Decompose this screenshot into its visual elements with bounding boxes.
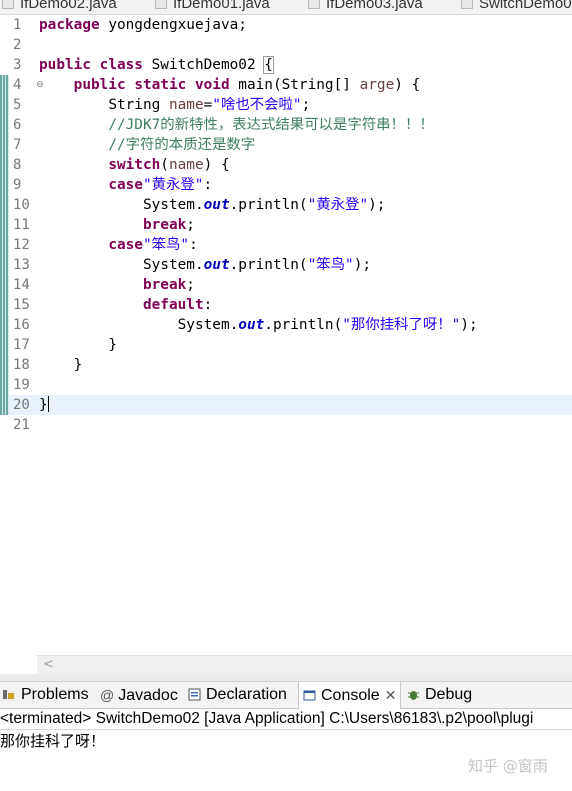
java-file-icon	[308, 0, 320, 9]
tab-ifdemo02[interactable]: IfDemo02.java	[2, 0, 117, 14]
line-number: 11	[13, 217, 30, 233]
line-number-ruler: 1 2 3 4 5 6 7 8 9 10 11 12 13 14 15 16 1…	[9, 15, 44, 655]
bug-icon	[408, 691, 419, 700]
line-number: 19	[13, 377, 30, 393]
code-line: public class SwitchDemo02 {	[39, 56, 274, 74]
code-editor[interactable]: 1 2 3 4 5 6 7 8 9 10 11 12 13 14 15 16 1…	[0, 15, 572, 655]
console-icon	[303, 690, 316, 701]
close-icon[interactable]: ✕	[385, 687, 397, 703]
watermark: 知乎 @窗雨	[468, 757, 548, 775]
code-line: }	[39, 396, 49, 413]
java-file-icon	[155, 0, 167, 9]
line-number: 20	[9, 395, 39, 415]
java-file-icon	[461, 0, 473, 9]
line-number: 12	[13, 237, 30, 253]
code-line: public static void main(String[] arge) {	[73, 77, 421, 93]
java-file-icon	[2, 0, 14, 9]
line-number: 13	[13, 257, 30, 273]
view-tab-bar: Problems @ Javadoc Declaration Console ✕ D…	[0, 682, 572, 709]
javadoc-icon: @	[100, 687, 115, 703]
code-line: System.out.println("那你挂科了呀！");	[177, 317, 478, 333]
line-number: 21	[13, 417, 30, 433]
tab-problems[interactable]: Problems	[2, 682, 89, 708]
code-line: default:	[142, 297, 213, 313]
code-line: String name="啥也不会啦";	[108, 97, 311, 113]
horizontal-scrollbar[interactable]: <	[37, 655, 572, 674]
tab-switchdemo02[interactable]: SwitchDemo0	[461, 0, 572, 14]
line-number: 7	[13, 137, 22, 153]
code-line: case"笨鸟":	[108, 237, 198, 253]
console-view[interactable]: <terminated> SwitchDemo02 [Java Applicat…	[0, 709, 572, 791]
line-number: 18	[13, 357, 30, 373]
line-number: 14	[13, 277, 30, 293]
line-number: 6	[13, 117, 22, 133]
line-number: 4	[13, 77, 22, 93]
panel-separator[interactable]	[0, 674, 572, 682]
line-number: 9	[13, 177, 22, 193]
tab-ifdemo01[interactable]: IfDemo01.java	[155, 0, 270, 14]
tab-javadoc[interactable]: @ Javadoc	[100, 682, 178, 708]
declaration-icon	[188, 688, 201, 701]
code-line: case"黄永登":	[108, 177, 213, 193]
code-line: System.out.println("黄永登");	[142, 197, 386, 213]
text-caret	[47, 396, 49, 412]
code-line: //字符的本质还是数字	[108, 137, 256, 153]
line-number: 17	[13, 337, 30, 353]
tab-debug[interactable]: Debug	[407, 682, 472, 708]
line-number: 10	[13, 197, 30, 213]
scrollbar-corner	[0, 655, 37, 673]
changed-lines-marker	[0, 75, 9, 395]
tab-declaration[interactable]: Declaration	[188, 682, 287, 708]
line-number: 2	[13, 37, 22, 53]
line-number: 16	[13, 317, 30, 333]
code-line: }	[108, 337, 117, 353]
tab-ifdemo03[interactable]: IfDemo03.java	[308, 0, 423, 14]
console-status: <terminated> SwitchDemo02 [Java Applicat…	[0, 709, 572, 730]
line-number: 5	[13, 97, 22, 113]
code-line: package yongdengxuejava;	[39, 17, 247, 33]
matching-brace: {	[263, 56, 274, 74]
code-text-area[interactable]: package yongdengxuejava; public class Sw…	[37, 15, 572, 655]
current-line-highlight	[37, 395, 572, 415]
line-number: 15	[13, 297, 30, 313]
editor-tab-strip: IfDemo02.java IfDemo01.java IfDemo03.jav…	[0, 0, 572, 15]
problems-icon	[3, 690, 14, 699]
code-line: System.out.println("笨鸟");	[142, 257, 372, 273]
code-line: }	[73, 357, 83, 373]
line-number: 1	[13, 17, 22, 33]
tab-console[interactable]: Console ✕	[298, 682, 402, 709]
change-ruler	[0, 15, 9, 655]
line-number: 8	[13, 157, 22, 173]
line-number: 3	[13, 57, 22, 73]
code-line: switch(name) {	[108, 157, 230, 173]
console-output: 那你挂科了呀！	[0, 732, 106, 750]
code-line: break;	[142, 277, 195, 293]
scroll-left-icon[interactable]: <	[43, 656, 54, 674]
code-line: break;	[142, 217, 195, 233]
changed-lines-marker	[0, 395, 9, 415]
code-line: //JDK7的新特性，表达式结果可以是字符串！！！	[108, 117, 434, 133]
